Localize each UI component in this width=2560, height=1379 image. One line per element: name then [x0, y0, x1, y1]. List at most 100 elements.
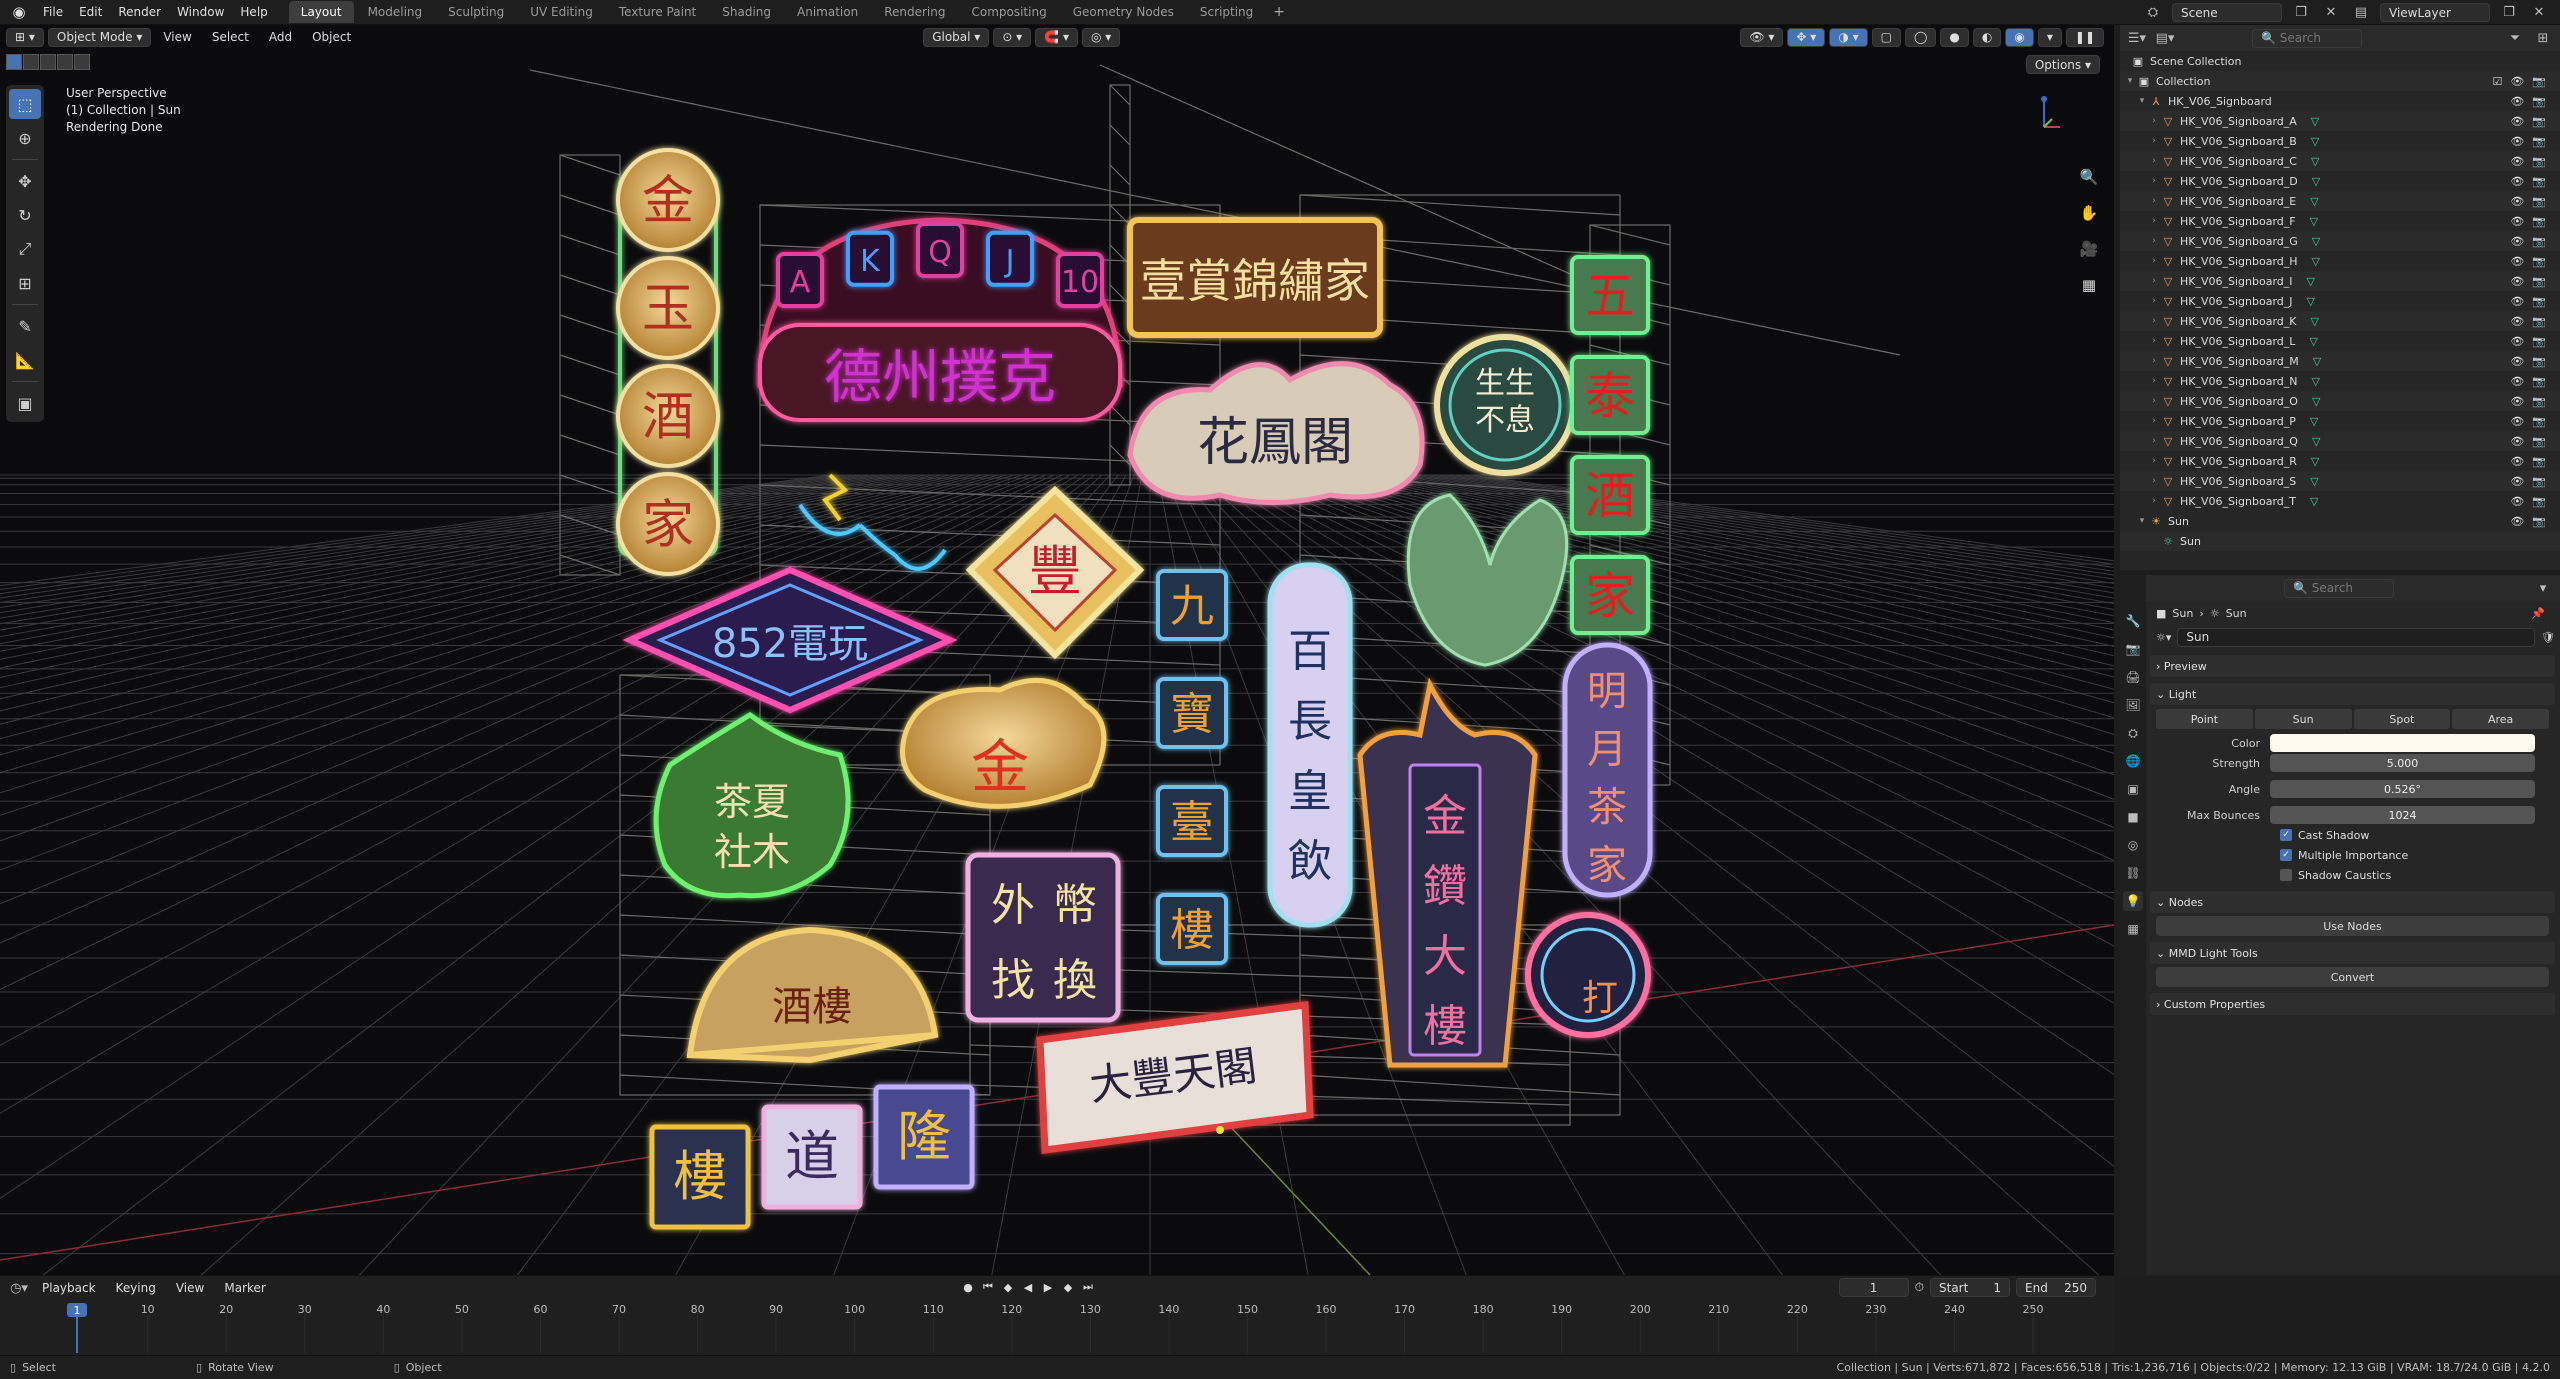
blender-logo-icon[interactable]: ◉	[8, 1, 30, 23]
orientation-dropdown[interactable]: Global ▾	[923, 27, 990, 47]
viewlayer-icon[interactable]: ▤	[2350, 3, 2372, 22]
tree-signboard-child[interactable]: › ▽ HK_V06_Signboard_R ▽ 👁 📷	[2120, 451, 2560, 471]
tree-signboard-child[interactable]: › ▽ HK_V06_Signboard_L ▽ 👁 📷	[2120, 331, 2560, 351]
sun-light-origin[interactable]	[1216, 1126, 1224, 1134]
timeline-menu-playback[interactable]: Playback	[34, 1281, 104, 1295]
perspective-toggle-icon[interactable]: ▦	[2076, 273, 2102, 297]
select-intersect-mode[interactable]	[74, 54, 90, 70]
camera-icon[interactable]: 📷	[2532, 475, 2546, 488]
camera-view-icon[interactable]: 🎥	[2076, 237, 2102, 261]
shadow-caustics-row[interactable]: Shadow Caustics	[2150, 865, 2555, 885]
jump-end-icon[interactable]: ⏭	[1080, 1279, 1096, 1295]
tab-geometry-nodes[interactable]: Geometry Nodes	[1061, 1, 1186, 23]
shading-solid[interactable]: ●	[1940, 27, 1969, 47]
multiple-importance-row[interactable]: ✓ Multiple Importance	[2150, 845, 2555, 865]
multiple-importance-checkbox[interactable]: ✓	[2280, 849, 2292, 861]
pan-hand-icon[interactable]: ✋	[2076, 201, 2102, 225]
camera-icon[interactable]: 📷	[2532, 335, 2546, 348]
shading-rendered[interactable]: ◉	[2005, 27, 2034, 47]
camera-icon[interactable]: 📷	[2532, 235, 2546, 248]
expand-arrow-icon[interactable]: ›	[2148, 176, 2160, 186]
use-nodes-button[interactable]: Use Nodes	[2156, 916, 2549, 936]
eye-icon[interactable]: 👁	[2510, 415, 2524, 428]
end-frame-field[interactable]: End 250	[2016, 1278, 2096, 1297]
expand-arrow-icon[interactable]: ›	[2148, 256, 2160, 266]
camera-icon[interactable]: 📷	[2532, 315, 2546, 328]
rotate-tool-icon[interactable]: ↻	[9, 200, 41, 230]
light-type-point[interactable]: Point	[2156, 709, 2253, 729]
eye-icon[interactable]: 👁	[2510, 215, 2524, 228]
select-difference-mode[interactable]	[57, 54, 73, 70]
tree-signboard-child[interactable]: › ▽ HK_V06_Signboard_J ▽ 👁 📷	[2120, 291, 2560, 311]
object-tab-icon[interactable]: ■	[2123, 807, 2143, 827]
expand-arrow-icon[interactable]: ›	[2148, 336, 2160, 346]
scene-icon[interactable]: ⛭	[2142, 3, 2164, 22]
tree-collection[interactable]: ▾ ▣ Collection ☑ 👁 📷	[2120, 71, 2560, 91]
tab-animation[interactable]: Animation	[785, 1, 870, 23]
tab-modeling[interactable]: Modeling	[356, 1, 435, 23]
collection-tab-icon[interactable]: ▣	[2123, 779, 2143, 799]
eye-icon[interactable]: 👁	[2510, 235, 2524, 248]
gizmo-toggle[interactable]: ✥ ▾	[1787, 27, 1826, 47]
new-collection-icon[interactable]: ⊞	[2532, 29, 2554, 48]
camera-icon[interactable]: 📷	[2532, 95, 2546, 108]
tree-signboard-child[interactable]: › ▽ HK_V06_Signboard_T ▽ 👁 📷	[2120, 491, 2560, 511]
delete-viewlayer-icon[interactable]: ✕	[2528, 3, 2550, 22]
expand-arrow-icon[interactable]: ›	[2148, 356, 2160, 366]
select-new-mode[interactable]	[6, 54, 22, 70]
tree-signboard-child[interactable]: › ▽ HK_V06_Signboard_E ▽ 👁 📷	[2120, 191, 2560, 211]
camera-icon[interactable]: 📷	[2532, 135, 2546, 148]
tree-signboard-child[interactable]: › ▽ HK_V06_Signboard_C ▽ 👁 📷	[2120, 151, 2560, 171]
tree-signboard-child[interactable]: › ▽ HK_V06_Signboard_N ▽ 👁 📷	[2120, 371, 2560, 391]
signboard-long-vertical[interactable]: 百長皇飲	[1267, 562, 1353, 928]
scene-field[interactable]: Scene	[2172, 3, 2282, 22]
camera-icon[interactable]: 📷	[2532, 195, 2546, 208]
viewport-menu-select[interactable]: Select	[204, 30, 257, 44]
camera-icon[interactable]: 📷	[2532, 455, 2546, 468]
camera-icon[interactable]: 📷	[2532, 115, 2546, 128]
light-section-header[interactable]: ⌄ Light	[2150, 683, 2555, 705]
menu-file[interactable]: File	[36, 2, 70, 22]
expand-arrow-icon[interactable]: ›	[2148, 476, 2160, 486]
tree-signboard-child[interactable]: › ▽ HK_V06_Signboard_A ▽ 👁 📷	[2120, 111, 2560, 131]
eye-icon[interactable]: 👁	[2510, 375, 2524, 388]
visibility-dropdown[interactable]: 👁 ▾	[1740, 27, 1784, 47]
camera-icon[interactable]: 📷	[2532, 295, 2546, 308]
eye-icon[interactable]: 👁	[2510, 255, 2524, 268]
render-tab-icon[interactable]: 📷	[2123, 639, 2143, 659]
camera-icon[interactable]: 📷	[2532, 75, 2546, 88]
checkbox-icon[interactable]: ☑	[2492, 75, 2502, 88]
light-datablock-field[interactable]: Sun	[2177, 627, 2536, 647]
collapse-arrow-icon[interactable]: ▾	[2136, 96, 2148, 106]
eye-icon[interactable]: 👁	[2510, 155, 2524, 168]
expand-arrow-icon[interactable]: ›	[2148, 136, 2160, 146]
eye-icon[interactable]: 👁	[2510, 475, 2524, 488]
play-icon[interactable]: ▶	[1040, 1279, 1056, 1295]
eye-icon[interactable]: 👁	[2510, 515, 2524, 528]
tree-signboard-child[interactable]: › ▽ HK_V06_Signboard_P ▽ 👁 📷	[2120, 411, 2560, 431]
timeline-editor-type-icon[interactable]: ◷▾	[8, 1279, 30, 1298]
eye-icon[interactable]: 👁	[2510, 495, 2524, 508]
camera-icon[interactable]: 📷	[2532, 175, 2546, 188]
eye-icon[interactable]: 👁	[2510, 75, 2524, 88]
menu-window[interactable]: Window	[170, 2, 231, 22]
select-subtract-mode[interactable]	[40, 54, 56, 70]
prev-keyframe-icon[interactable]: ◆	[1000, 1279, 1016, 1295]
timeline-menu-marker[interactable]: Marker	[216, 1281, 273, 1295]
tab-scripting[interactable]: Scripting	[1188, 1, 1265, 23]
viewlayer-field[interactable]: ViewLayer	[2380, 3, 2490, 22]
options-dropdown[interactable]: Options ▾	[2025, 55, 2100, 74]
viewport-scene[interactable]: 金玉酒家 AKQJ10 德州撲克 壹賞錦繡家 花鳳閣 生生 不息 五泰酒家	[0, 25, 2114, 1275]
shading-options[interactable]: ▾	[2037, 27, 2062, 47]
expand-arrow-icon[interactable]: ›	[2148, 496, 2160, 506]
light-type-area[interactable]: Area	[2452, 709, 2549, 729]
tab-uv-editing[interactable]: UV Editing	[518, 1, 605, 23]
select-extend-mode[interactable]	[23, 54, 39, 70]
tree-signboard-child[interactable]: › ▽ HK_V06_Signboard_M ▽ 👁 📷	[2120, 351, 2560, 371]
overlay-toggle[interactable]: ◑ ▾	[1829, 27, 1868, 47]
tool-tab-icon[interactable]: 🔧	[2123, 611, 2143, 631]
signboard-top-banner[interactable]: 壹賞錦繡家	[1127, 217, 1383, 338]
expand-arrow-icon[interactable]: ›	[2148, 456, 2160, 466]
tab-sculpting[interactable]: Sculpting	[436, 1, 516, 23]
tree-signboard-child[interactable]: › ▽ HK_V06_Signboard_B ▽ 👁 📷	[2120, 131, 2560, 151]
